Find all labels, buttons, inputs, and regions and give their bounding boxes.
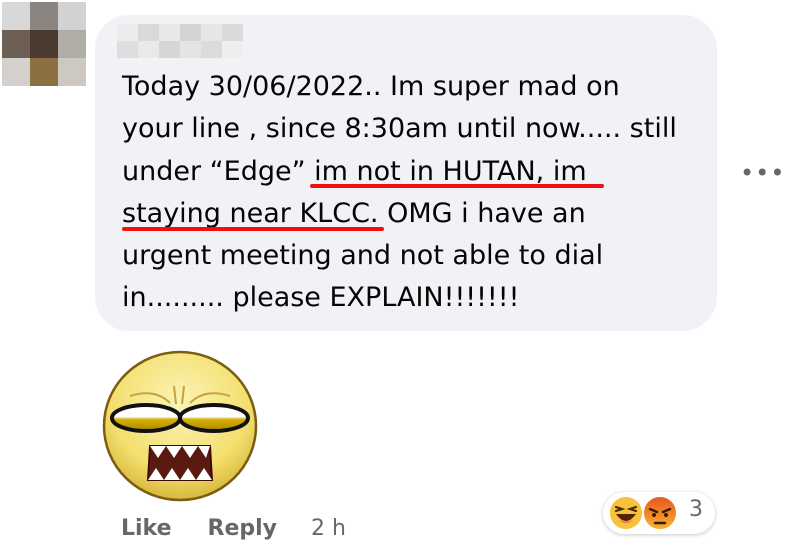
comment-text: Today 30/06/2022.. Im super mad on your … [122, 66, 702, 320]
avatar[interactable] [2, 2, 86, 86]
author-name[interactable] [117, 24, 243, 58]
angry-reaction-icon [642, 495, 678, 531]
laugh-reaction-icon [608, 495, 644, 531]
more-options-button[interactable]: ••• [740, 160, 784, 190]
reaction-count: 3 [689, 497, 703, 522]
comment-line: in......... please EXPLAIN!!!!!!! [122, 282, 520, 314]
underline-annotation [122, 227, 384, 231]
comment-line: urgent meeting and not able to dial [122, 240, 604, 272]
comment-actions: Like Reply 2 h [121, 510, 346, 546]
timestamp[interactable]: 2 h [311, 516, 346, 541]
comment-line: your line , since 8:30am until now..... … [122, 113, 677, 145]
underline-annotation [310, 184, 604, 188]
like-button[interactable]: Like [121, 516, 172, 541]
comment-line: Today 30/06/2022.. Im super mad on [122, 71, 620, 102]
annoyed-face-sticker [102, 350, 258, 502]
reply-button[interactable]: Reply [208, 516, 278, 541]
reactions-summary[interactable]: 3 [603, 492, 715, 534]
